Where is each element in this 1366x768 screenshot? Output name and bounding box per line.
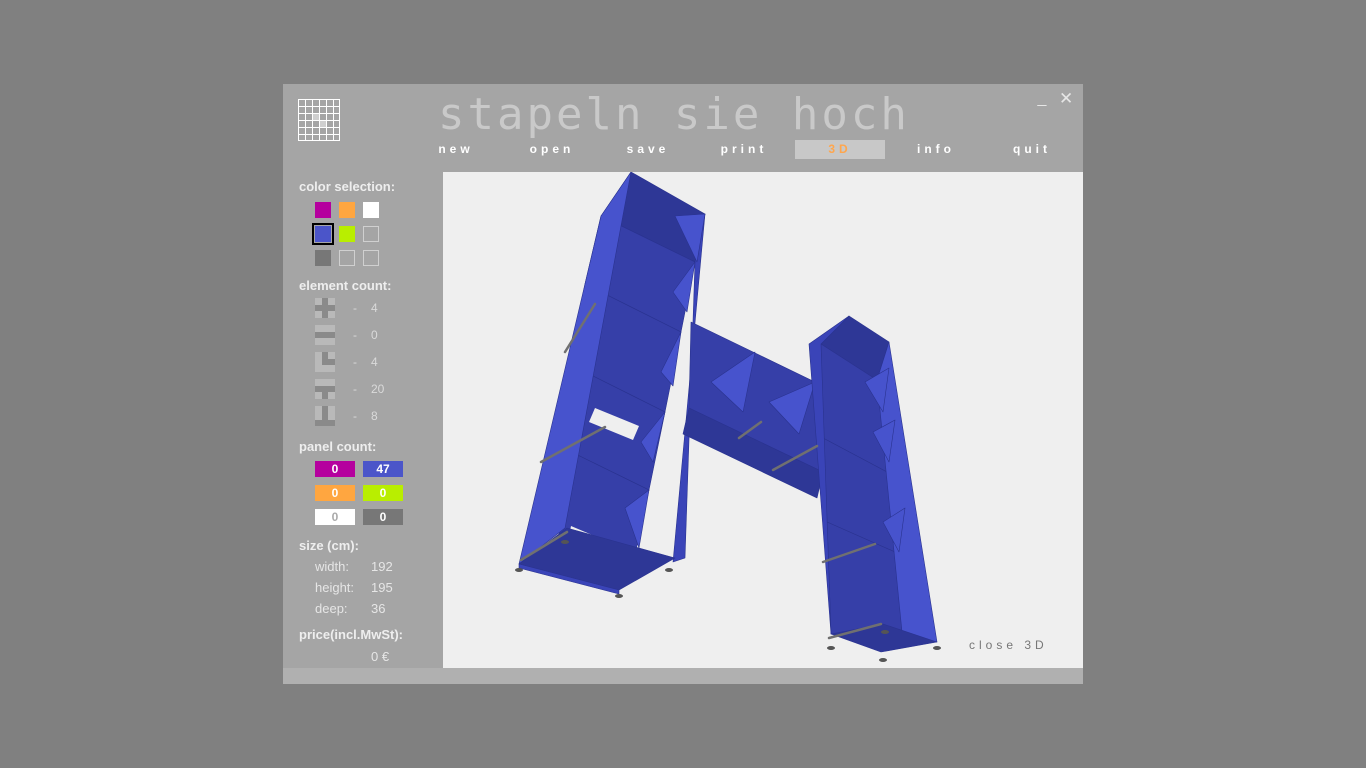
- app-window: stapeln sie hoch _ ✕ new open save print…: [283, 84, 1083, 684]
- panel-count-box: 0: [363, 509, 403, 525]
- element-count-value: 8: [371, 409, 378, 423]
- bar-element-icon: [315, 325, 335, 345]
- minimize-button[interactable]: _: [1035, 91, 1049, 107]
- color-swatch[interactable]: [363, 250, 379, 266]
- element-count-value: 0: [371, 328, 378, 342]
- menu-quit[interactable]: quit: [987, 140, 1077, 159]
- l-element-icon: [315, 406, 335, 426]
- color-swatch[interactable]: [315, 250, 331, 266]
- grid-logo-icon: [298, 99, 340, 141]
- 3d-shelf-model[interactable]: [443, 172, 1083, 668]
- panel-count-box: 47: [363, 461, 403, 477]
- 3d-viewport[interactable]: close 3D: [443, 172, 1083, 668]
- header: stapeln sie hoch _ ✕ new open save print…: [283, 84, 1083, 172]
- color-swatch[interactable]: [312, 223, 334, 245]
- element-count-value: 20: [371, 382, 385, 396]
- close-window-button[interactable]: ✕: [1059, 90, 1073, 107]
- main-menu: new open save print 3D info quit: [283, 140, 1083, 160]
- color-swatch[interactable]: [339, 226, 355, 242]
- price-title: price(incl.MwSt):: [299, 627, 404, 642]
- element-dash: -: [353, 409, 357, 423]
- sidebar: color selection: element count: - 4 - 0 …: [283, 172, 443, 668]
- menu-save[interactable]: save: [603, 140, 693, 159]
- height-label: height:: [315, 580, 355, 595]
- element-count-title: element count:: [299, 278, 392, 293]
- menu-open[interactable]: open: [507, 140, 597, 159]
- panel-count-box: 0: [315, 485, 355, 501]
- menu-new[interactable]: new: [411, 140, 501, 159]
- t-element-icon: [315, 379, 335, 399]
- close-3d-button[interactable]: close 3D: [969, 638, 1048, 652]
- menu-print[interactable]: print: [699, 140, 789, 159]
- element-dash: -: [353, 301, 357, 315]
- app-title: stapeln sie hoch: [438, 89, 910, 140]
- color-swatch[interactable]: [315, 202, 331, 218]
- panel-count-box: 0: [315, 509, 355, 525]
- color-swatch[interactable]: [339, 202, 355, 218]
- color-swatch[interactable]: [363, 226, 379, 242]
- cross-element-icon: [315, 298, 335, 318]
- status-bar: [283, 668, 1083, 684]
- size-title: size (cm):: [299, 538, 359, 553]
- color-selection-title: color selection:: [299, 179, 396, 194]
- corner-element-icon: [315, 352, 335, 372]
- element-count-value: 4: [371, 355, 378, 369]
- deep-label: deep:: [315, 601, 348, 616]
- panel-count-title: panel count:: [299, 439, 377, 454]
- panel-count-box: 0: [363, 485, 403, 501]
- width-label: width:: [315, 559, 349, 574]
- price-value: 0 €: [371, 649, 390, 664]
- element-dash: -: [353, 382, 357, 396]
- menu-3d[interactable]: 3D: [795, 140, 885, 159]
- element-count-value: 4: [371, 301, 378, 315]
- color-swatch[interactable]: [339, 250, 355, 266]
- element-dash: -: [353, 328, 357, 342]
- menu-info[interactable]: info: [891, 140, 981, 159]
- color-swatch[interactable]: [363, 202, 379, 218]
- element-dash: -: [353, 355, 357, 369]
- height-value: 195: [371, 580, 393, 595]
- deep-value: 36: [371, 601, 386, 616]
- width-value: 192: [371, 559, 393, 574]
- panel-count-box: 0: [315, 461, 355, 477]
